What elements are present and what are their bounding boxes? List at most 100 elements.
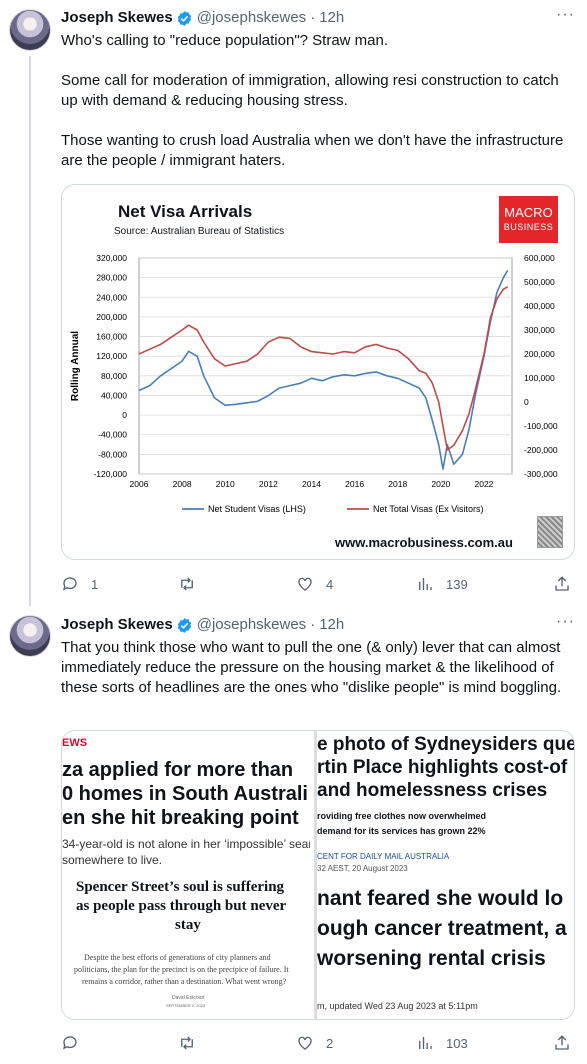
- author-handle[interactable]: @josephskewes: [197, 8, 306, 28]
- tweet-header: Joseph Skewes @josephskewes · 12h: [61, 8, 344, 28]
- reply-button[interactable]: [61, 1033, 91, 1053]
- more-options-icon[interactable]: ···: [556, 6, 575, 24]
- x-tick-label: 2022: [475, 479, 494, 489]
- serif-headline: Spencer Street’s soul is suffering: [76, 879, 285, 895]
- logo-line1: MACRO: [504, 205, 553, 220]
- news-clip-right: e photo of Sydneysiders que rtin Place h…: [314, 731, 575, 1019]
- thread-line: [29, 56, 31, 606]
- like-button[interactable]: 2: [296, 1033, 333, 1053]
- y-tick-label-left: 200,000: [96, 312, 127, 322]
- article-summary: Despite the best efforts of generations …: [84, 953, 271, 962]
- headline: worsening rental crisis: [317, 947, 546, 970]
- like-count: 2: [326, 1035, 334, 1051]
- subheadline: somewhere to live.: [62, 853, 163, 867]
- x-tick-label: 2006: [130, 479, 149, 489]
- bullet-point: demand for its services has grown 22%: [317, 826, 486, 836]
- heart-icon: [298, 577, 312, 591]
- x-tick-label: 2018: [388, 479, 407, 489]
- timestamp[interactable]: 12h: [319, 615, 344, 635]
- headline: rtin Place highlights cost-of: [317, 757, 568, 778]
- headline: ough cancer treatment, a: [317, 917, 567, 940]
- y-tick-label-left: 0: [122, 410, 127, 420]
- headline: za applied for more than: [62, 759, 294, 781]
- news-collage-image[interactable]: EWS za applied for more than 0 homes in …: [61, 730, 575, 1020]
- heart-icon: [298, 1036, 312, 1050]
- y-tick-label-left: 120,000: [96, 351, 127, 361]
- chart-image[interactable]: Net Visa Arrivals Source: Australian Bur…: [61, 184, 575, 560]
- y-tick-label-left: 240,000: [96, 292, 127, 302]
- y-axis-label: Rolling Annual: [70, 331, 81, 401]
- y-tick-label-left: -40,000: [98, 430, 127, 440]
- y-tick-label-right: -300,000: [524, 469, 558, 479]
- chart-plot: 320,000 280,000 240,000 200,000 160,000 120,0…: [70, 253, 558, 514]
- analytics-icon: [419, 578, 432, 590]
- y-tick-label-right: 200,000: [524, 349, 555, 359]
- y-tick-label-right: -100,000: [524, 421, 558, 431]
- author-name[interactable]: Joseph Skewes: [61, 615, 173, 635]
- y-tick-label-left: 40,000: [101, 390, 127, 400]
- headline: and homelessness crises: [317, 780, 548, 801]
- views-count: 103: [446, 1035, 468, 1051]
- y-tick-label-right: 600,000: [524, 253, 555, 263]
- share-button[interactable]: [553, 574, 571, 594]
- article-summary: remains a corridor, rather than a destin…: [82, 977, 287, 986]
- serif-headline: as people pass through but never: [76, 898, 287, 914]
- x-tick-label: 2012: [259, 479, 278, 489]
- x-tick-label: 2008: [173, 479, 192, 489]
- retweet-button[interactable]: [178, 1033, 208, 1053]
- avatar[interactable]: [9, 9, 51, 51]
- headline: e photo of Sydneysiders que: [317, 734, 575, 755]
- avatar[interactable]: [9, 615, 51, 657]
- chart-title: Net Visa Arrivals: [118, 202, 253, 221]
- separator: ·: [310, 9, 316, 26]
- separator: ·: [310, 616, 316, 633]
- author-name[interactable]: Joseph Skewes: [61, 8, 173, 28]
- y-tick-label-right: 500,000: [524, 277, 555, 287]
- y-tick-label-left: 280,000: [96, 273, 127, 283]
- tweet-2[interactable]: Joseph Skewes @josephskewes · 12h ··· Th…: [0, 606, 587, 1064]
- x-tick-label: 2020: [431, 479, 450, 489]
- tweet-1[interactable]: Joseph Skewes @josephskewes · 12h ··· Wh…: [0, 0, 587, 606]
- reply-count: 1: [91, 576, 99, 592]
- website-label: www.macrobusiness.com.au: [335, 535, 513, 550]
- reply-icon: [62, 577, 77, 591]
- verified-badge-icon: [177, 617, 191, 633]
- tweet-text: Who's calling to "reduce population"? St…: [61, 32, 564, 169]
- x-tick-label: 2010: [216, 479, 235, 489]
- y-tick-label-right: 0: [524, 397, 529, 407]
- updated-line: m, updated Wed 23 Aug 2023 at 5:11pm: [317, 1001, 478, 1011]
- news-clip-left: EWS za applied for more than 0 homes in …: [62, 731, 310, 1019]
- tweet-actions: 1 4 139: [61, 574, 575, 594]
- y-tick-label-left: 160,000: [96, 332, 127, 342]
- retweet-button[interactable]: [178, 574, 208, 594]
- y-tick-label-right: -200,000: [524, 445, 558, 455]
- legend-label: Net Total Visas (Ex Visitors): [373, 504, 484, 514]
- reply-icon: [62, 1036, 77, 1050]
- more-options-icon[interactable]: ···: [556, 613, 575, 631]
- reply-button[interactable]: 1: [61, 574, 98, 594]
- retweet-icon: [181, 1036, 193, 1050]
- headline: nant feared she would lo: [317, 887, 564, 910]
- views-button[interactable]: 103: [416, 1033, 468, 1053]
- article-meta: 32 AEST, 20 August 2023: [317, 864, 408, 873]
- analytics-icon: [419, 1037, 432, 1049]
- x-tick-label: 2016: [345, 479, 364, 489]
- y-tick-label-left: -120,000: [93, 469, 127, 479]
- serif-headline: stay: [175, 917, 201, 933]
- like-count: 4: [326, 576, 334, 592]
- news-brand-text: EWS: [62, 737, 88, 749]
- article-meta: CENT FOR DAILY MAIL AUSTRALIA: [317, 852, 450, 861]
- views-button[interactable]: 139: [416, 574, 468, 594]
- like-button[interactable]: 4: [296, 574, 333, 594]
- share-button[interactable]: [553, 1033, 571, 1053]
- owl-logo-icon: [537, 516, 563, 548]
- y-tick-label-left: -80,000: [98, 449, 127, 459]
- article-summary: politicians, the plan for the precinct i…: [74, 965, 289, 974]
- bullet-point: roviding free clothes now overwhelmed: [317, 811, 487, 821]
- author-handle[interactable]: @josephskewes: [197, 615, 306, 635]
- y-tick-label-right: 100,000: [524, 373, 555, 383]
- y-tick-label-right: 300,000: [524, 325, 555, 335]
- tweet-actions: 2 103: [61, 1033, 575, 1053]
- tweet-header: Joseph Skewes @josephskewes · 12h: [61, 615, 344, 635]
- timestamp[interactable]: 12h: [319, 8, 344, 28]
